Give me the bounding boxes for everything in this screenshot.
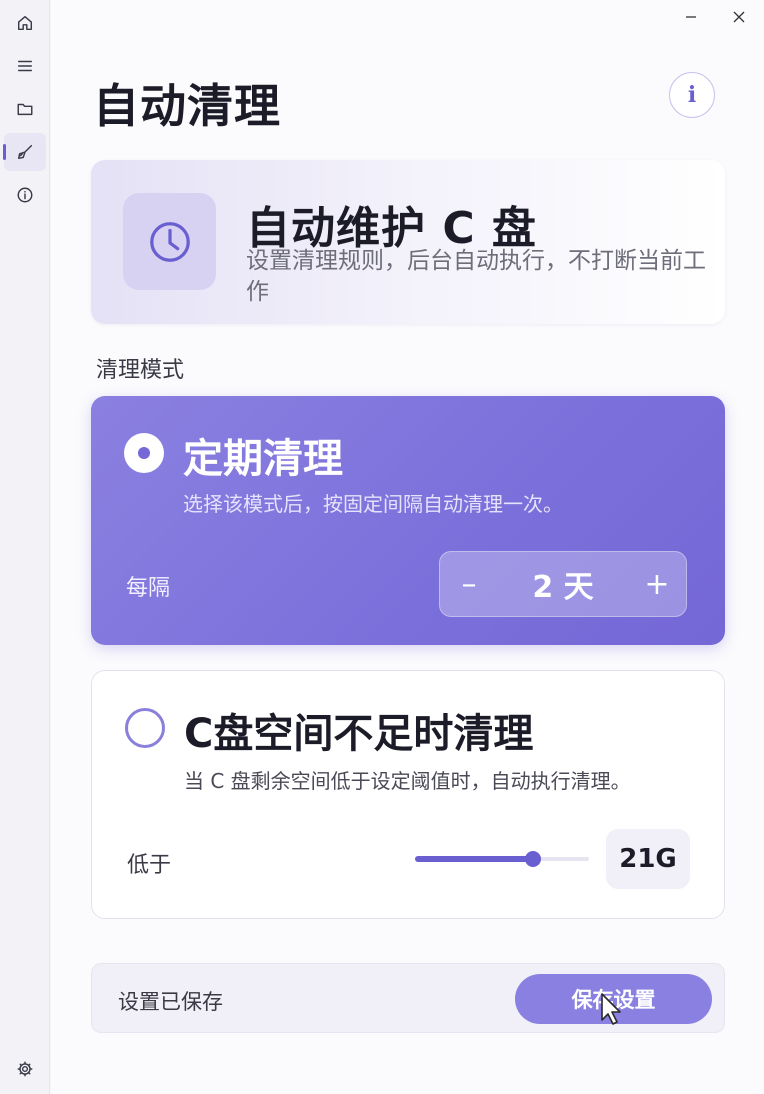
- save-status: 设置已保存: [118, 990, 223, 1014]
- close-button[interactable]: [726, 6, 752, 28]
- threshold-slider[interactable]: [415, 851, 589, 867]
- close-icon: [733, 11, 745, 23]
- radio-low-space[interactable]: [125, 708, 165, 748]
- threshold-value: 21G: [606, 829, 690, 889]
- slider-fill: [415, 856, 533, 862]
- mouse-cursor-icon: [601, 993, 621, 1025]
- sidebar-item-menu[interactable]: [4, 47, 46, 85]
- mode-description-low-space: 当 C 盘剩余空间低于设定阈值时，自动执行清理。: [184, 769, 631, 793]
- broom-icon: [17, 144, 33, 160]
- slider-thumb[interactable]: [525, 851, 541, 867]
- mode-card-periodic[interactable]: 定期清理 选择该模式后，按固定间隔自动清理一次。 每隔 – 2 天 +: [91, 396, 725, 645]
- mode-description-periodic: 选择该模式后，按固定间隔自动清理一次。: [183, 492, 563, 516]
- page-title: 自动清理: [93, 79, 281, 133]
- sidebar: [0, 0, 50, 1094]
- mode-section-label: 清理模式: [96, 358, 185, 383]
- interval-stepper: – 2 天 +: [439, 551, 687, 617]
- menu-icon: [17, 60, 33, 72]
- minimize-button[interactable]: [678, 6, 704, 28]
- hero-card: 自动维护 C 盘 设置清理规则，后台自动执行，不打断当前工作: [91, 160, 725, 324]
- interval-label: 每隔: [126, 576, 171, 601]
- increment-button[interactable]: +: [628, 552, 686, 616]
- folder-icon: [17, 103, 33, 116]
- hero-description: 设置清理规则，后台自动执行，不打断当前工作: [246, 248, 706, 305]
- home-icon: [17, 15, 33, 31]
- sidebar-item-files[interactable]: [4, 90, 46, 128]
- mode-title-low-space: C盘空间不足时清理: [184, 711, 534, 757]
- info-icon: i: [687, 82, 697, 108]
- minimize-icon: [686, 16, 696, 18]
- threshold-label: 低于: [127, 853, 172, 878]
- info-icon: [17, 187, 33, 203]
- sidebar-item-home[interactable]: [4, 4, 46, 42]
- sidebar-item-settings[interactable]: [4, 1050, 46, 1088]
- sidebar-item-about[interactable]: [4, 176, 46, 214]
- mode-title-periodic: 定期清理: [183, 436, 343, 482]
- decrement-button[interactable]: –: [440, 552, 498, 616]
- gear-icon: [17, 1061, 33, 1077]
- interval-value: 2 天: [532, 570, 594, 605]
- sidebar-item-clean[interactable]: [3, 133, 46, 171]
- clock-icon: [149, 221, 190, 262]
- hero-icon-tile: [123, 193, 216, 290]
- mode-card-low-space[interactable]: C盘空间不足时清理 当 C 盘剩余空间低于设定阈值时，自动执行清理。 低于 21…: [91, 670, 725, 919]
- main-panel: 自动清理 i 自动维护 C 盘 设置清理规则，后台自动执行，不打断当前工作 清理…: [51, 0, 764, 1094]
- info-button[interactable]: i: [669, 72, 715, 118]
- radio-periodic[interactable]: [124, 433, 164, 473]
